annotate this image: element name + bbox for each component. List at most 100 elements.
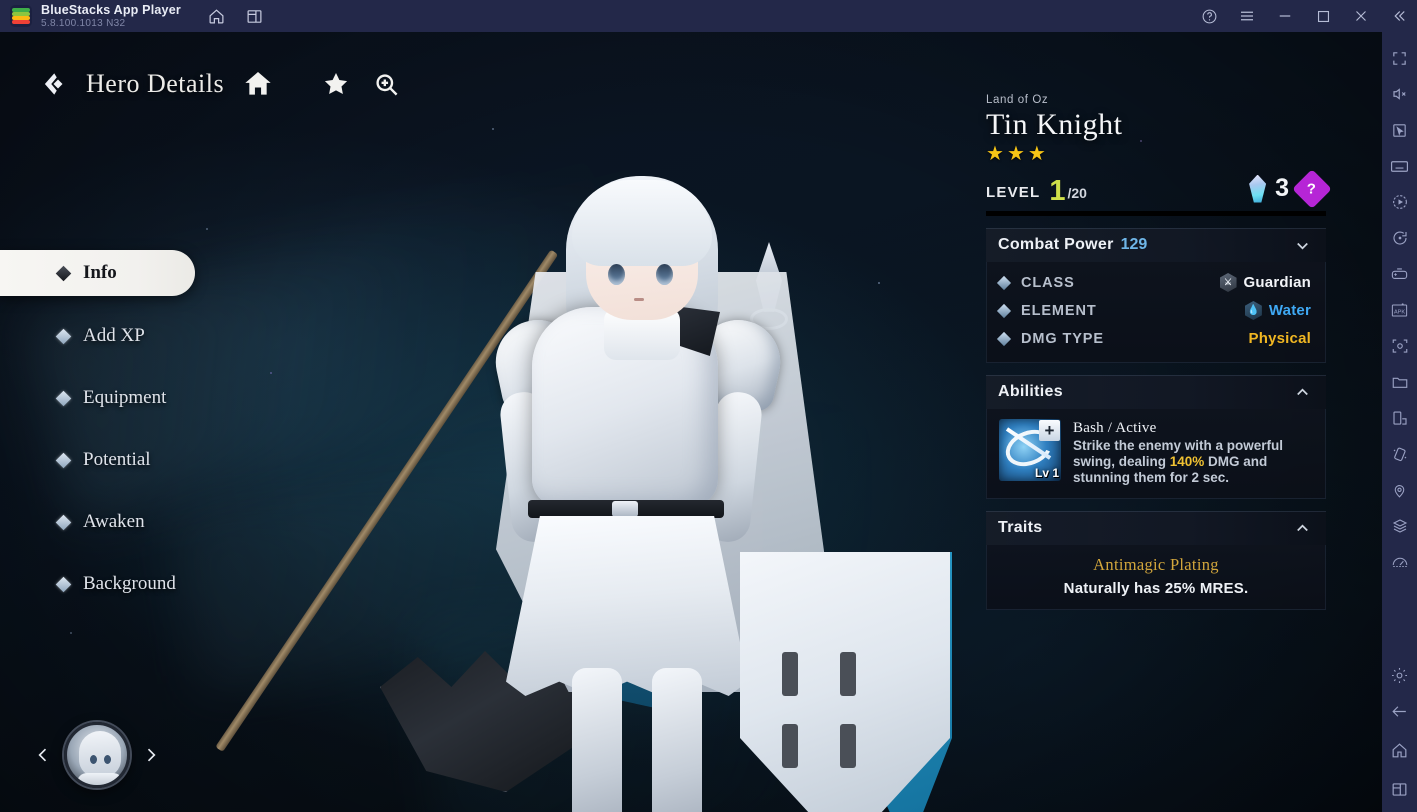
- sidebar-item-label: Info: [83, 262, 117, 284]
- chevron-up-icon[interactable]: [1293, 519, 1312, 538]
- avatar[interactable]: [64, 722, 130, 788]
- minimize-icon[interactable]: [1275, 6, 1295, 26]
- diamond-bullet-icon: [56, 328, 72, 344]
- diamond-bullet-icon: [56, 452, 72, 468]
- chevron-left-icon[interactable]: [30, 735, 56, 775]
- sidebar-item-background[interactable]: Background: [0, 562, 270, 606]
- combat-power-header[interactable]: Combat Power 129: [986, 228, 1326, 262]
- hamburger-menu-icon[interactable]: [1237, 6, 1257, 26]
- apk-install-icon[interactable]: APK: [1389, 299, 1411, 321]
- performance-icon[interactable]: [1389, 551, 1411, 573]
- traits-header[interactable]: Traits: [986, 511, 1326, 545]
- location-icon[interactable]: [1389, 479, 1411, 501]
- level-max: /20: [1067, 185, 1086, 204]
- back-arrow-icon[interactable]: [36, 67, 70, 101]
- sidebar-item-info[interactable]: Info: [0, 250, 195, 296]
- search-zoom-icon[interactable]: [368, 66, 404, 102]
- sidebar-item-awaken[interactable]: Awaken: [0, 500, 270, 544]
- hero-artwork: [300, 92, 980, 812]
- sidebar-item-label: Awaken: [83, 511, 145, 533]
- home-icon[interactable]: [240, 66, 276, 102]
- traits-body: Antimagic Plating Naturally has 25% MRES…: [986, 545, 1326, 610]
- hero-leg-right: [652, 668, 702, 812]
- element-water-icon: 💧: [1245, 301, 1262, 320]
- titlebar: BlueStacks App Player 5.8.100.1013 N32: [0, 0, 1417, 32]
- diamond-bullet-icon: [56, 390, 72, 406]
- divider: [986, 211, 1326, 216]
- sidebar-item-label: Potential: [83, 449, 151, 471]
- mute-icon[interactable]: [1389, 83, 1411, 105]
- settings-gear-icon[interactable]: [1389, 664, 1411, 686]
- hero-eye-left: [608, 264, 625, 285]
- stat-key: CLASS: [1021, 275, 1075, 291]
- gem-count: 3: [1275, 176, 1289, 201]
- abilities-body: + Lv 1 Bash / Active Strike the enemy wi…: [986, 409, 1326, 499]
- folder-icon[interactable]: [1389, 371, 1411, 393]
- ability-description: Strike the enemy with a powerful swing, …: [1073, 438, 1311, 487]
- sidebar-item-label: Add XP: [83, 325, 145, 347]
- character-switcher: [30, 722, 164, 788]
- hero-mouth: [634, 298, 644, 301]
- help-badge-label: ?: [1307, 180, 1316, 197]
- abilities-header[interactable]: Abilities: [986, 375, 1326, 409]
- abilities-card: Abilities + Lv 1 Bash / A: [986, 375, 1326, 499]
- close-icon[interactable]: [1351, 6, 1371, 26]
- fullscreen-icon[interactable]: [1389, 47, 1411, 69]
- stat-value: Guardian: [1244, 274, 1311, 291]
- avatar-eye: [104, 755, 111, 764]
- maximize-icon[interactable]: [1313, 6, 1333, 26]
- macro-play-icon[interactable]: [1389, 191, 1411, 213]
- hero-belt-buckle: [612, 501, 638, 517]
- multi-instance-icon[interactable]: [1389, 407, 1411, 429]
- hero-leg-left: [572, 668, 622, 812]
- sidebar-item-add-xp[interactable]: Add XP: [0, 314, 270, 358]
- chevron-up-icon[interactable]: [1293, 383, 1312, 402]
- chevron-down-icon[interactable]: [1293, 236, 1312, 255]
- home-icon[interactable]: [207, 6, 227, 26]
- hero-shield-strap: [840, 652, 856, 696]
- stat-key: DMG TYPE: [1021, 331, 1104, 347]
- hero-name: Tin Knight: [986, 109, 1326, 141]
- trait-description: Naturally has 25% MRES.: [999, 580, 1313, 597]
- layers-icon[interactable]: [1389, 515, 1411, 537]
- help-badge-icon[interactable]: ?: [1292, 169, 1332, 209]
- rarity-stars: ★ ★ ★: [986, 144, 1326, 164]
- help-icon[interactable]: [1199, 6, 1219, 26]
- abilities-title: Abilities: [998, 383, 1063, 401]
- ability-item[interactable]: + Lv 1 Bash / Active Strike the enemy wi…: [999, 416, 1311, 489]
- level-row: LEVEL 1 /20 3 ?: [986, 175, 1326, 204]
- game-viewport[interactable]: Hero Details Info Add XP: [0, 32, 1382, 812]
- shake-icon[interactable]: [1389, 443, 1411, 465]
- ability-name: Bash / Active: [1073, 420, 1311, 437]
- diamond-bullet-icon: [997, 303, 1011, 317]
- combat-power-value: 129: [1121, 236, 1148, 254]
- hero-info-panel: Land of Oz Tin Knight ★ ★ ★ LEVEL 1 /20 …: [986, 94, 1326, 610]
- android-recents-icon[interactable]: [1389, 778, 1411, 800]
- hero-faction: Land of Oz: [986, 94, 1326, 106]
- combat-power-body: CLASS ⚔ Guardian ELEMENT 💧 Water: [986, 262, 1326, 363]
- stat-value: Physical: [1249, 330, 1311, 347]
- stat-row-dmg-type: DMG TYPE Physical: [999, 325, 1311, 353]
- gamepad-icon[interactable]: [1389, 263, 1411, 285]
- background-star: [206, 228, 208, 230]
- hero-hair-front: [572, 180, 712, 266]
- background-star: [70, 632, 72, 634]
- keyboard-icon[interactable]: [1389, 155, 1411, 177]
- screenshot-icon[interactable]: [1389, 335, 1411, 357]
- diamond-bullet-icon: [997, 275, 1011, 289]
- multi-instance-icon[interactable]: [245, 6, 265, 26]
- chevron-right-icon[interactable]: [138, 735, 164, 775]
- star-icon[interactable]: [318, 66, 354, 102]
- bluestacks-side-toolbar: APK: [1382, 32, 1417, 812]
- sidebar-item-potential[interactable]: Potential: [0, 438, 270, 482]
- rotate-icon[interactable]: [1389, 227, 1411, 249]
- diamond-bullet-icon: [997, 331, 1011, 345]
- cursor-icon[interactable]: [1389, 119, 1411, 141]
- sidebar-item-equipment[interactable]: Equipment: [0, 376, 270, 420]
- collapse-icon[interactable]: [1389, 6, 1409, 26]
- app-name: BlueStacks App Player: [41, 3, 181, 17]
- android-back-icon[interactable]: [1389, 700, 1411, 722]
- diamond-bullet-icon: [56, 514, 72, 530]
- android-home-icon[interactable]: [1389, 739, 1411, 761]
- traits-card: Traits Antimagic Plating Naturally has 2…: [986, 511, 1326, 610]
